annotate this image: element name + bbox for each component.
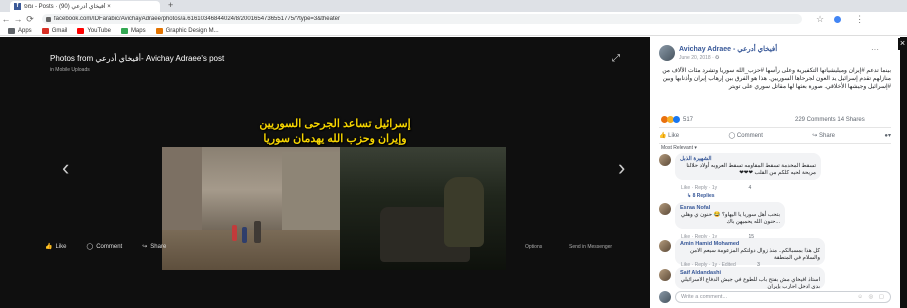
viewer-like-button[interactable]: 👍 Like	[45, 243, 67, 251]
youtube-icon	[77, 27, 85, 34]
audience-selector-icon[interactable]: ●▾	[884, 132, 891, 139]
tab-title: ומפ - Posts · أفيخاي أدرعي (90) ×	[24, 4, 111, 10]
comment-text: تسقط المخدمة تسقط المقاومه تسقط العروبه …	[686, 163, 816, 176]
reload-icon[interactable]: ⟳	[24, 14, 36, 25]
browser-toolbar: ← → ⟳ facebook.com/IDFarabic/AvichayAdra…	[0, 12, 907, 26]
comment-sort-dropdown[interactable]: Most Relevant ▾	[661, 145, 697, 151]
post-action-bar: 👍 Like ◯ Comment ↪ Share ●▾	[659, 127, 891, 144]
bookmark-graphic-design[interactable]: Graphic Design M...	[155, 27, 219, 34]
post-date[interactable]: June 20, 2018 · ✪	[679, 55, 719, 61]
photo-viewer-title: Photos from أفيخاي أدرعي- Avichay Adraee…	[50, 54, 225, 63]
commenter-avatar[interactable]	[659, 154, 671, 166]
post-text: بينما تدعم #إيران وميليشياتها التكفيرية …	[662, 68, 891, 90]
maps-icon	[120, 27, 128, 34]
viewer-action-bar: 👍 Like ◯ Comment ↪ Share	[45, 243, 166, 251]
options-button[interactable]: Options	[525, 244, 542, 250]
fullscreen-expand-icon[interactable]: ⤢	[612, 53, 620, 64]
viewer-share-button[interactable]: ↪ Share	[142, 243, 166, 251]
author-avatar[interactable]	[659, 45, 675, 61]
profile-icon[interactable]	[834, 15, 842, 23]
thumbs-up-icon: 👍	[45, 244, 53, 250]
comment-text: كل هذا بمسبالكم.. منذ زوال دولتكم المزعو…	[690, 248, 820, 261]
bookmark-maps[interactable]: Maps	[120, 27, 146, 34]
commenter-avatar[interactable]	[659, 269, 671, 281]
current-user-avatar	[659, 291, 671, 303]
like-reaction-icon	[673, 116, 680, 123]
send-in-messenger-button[interactable]: Send in Messenger	[569, 244, 612, 250]
photo-album-link[interactable]: in Mobile Uploads	[50, 67, 90, 73]
address-bar[interactable]: facebook.com/IDFarabic/AvichayAdraee/pho…	[42, 14, 802, 24]
next-photo-arrow-icon[interactable]: ›	[618, 155, 625, 181]
comment-bubble: Amin Hamid Mohamed كل هذا بمسبالكم.. منذ…	[675, 238, 825, 265]
comments-shares-count[interactable]: 229 Comments 14 Shares	[795, 117, 865, 123]
bookmark-youtube[interactable]: YouTube	[77, 27, 111, 34]
facebook-favicon-icon: f	[14, 3, 21, 10]
browser-tab[interactable]: f ומפ - Posts · أفيخاي أدرعي (90) ×	[10, 1, 160, 12]
photo-caption-line1: إسرائيل تساعد الجرحى السوريين	[259, 118, 411, 130]
comment-bubble: Saif Aldandashi استاذ افيخاي مش بفتح باب…	[675, 267, 825, 289]
bookmark-star-icon[interactable]: ☆	[816, 14, 824, 25]
close-viewer-icon[interactable]: ×	[898, 38, 907, 50]
photo-ruined-street	[162, 147, 340, 270]
forward-icon[interactable]: →	[12, 14, 24, 24]
comment-text: استاذ افيخاي مش بفتح باب للطوع في جيش ال…	[680, 277, 820, 289]
commenter-name[interactable]: Saif Aldandashi	[680, 270, 820, 277]
comment-text: بتحب أهل سوريا يا اليهاو؟ 😂 حنون ي وهلي …	[680, 212, 780, 225]
browser-menu-icon[interactable]: ⋮	[855, 14, 864, 25]
commenter-name[interactable]: Esraa Nofal	[680, 205, 780, 212]
reaction-count: 517	[683, 116, 694, 123]
reaction-summary[interactable]: 517	[661, 116, 693, 123]
apps-grid-icon	[8, 27, 15, 34]
view-replies-link[interactable]: ↳ 8 Replies	[687, 193, 715, 199]
post-photo	[162, 147, 506, 270]
commenter-name[interactable]: Amin Hamid Mohamed	[680, 241, 820, 248]
post-comment-button[interactable]: ◯ Comment	[729, 132, 763, 139]
lock-icon	[46, 16, 51, 22]
bookmark-gmail[interactable]: Gmail	[41, 27, 67, 34]
post-sidebar: Avichay Adraee - أفيخاي أدرعي June 20, 2…	[651, 37, 900, 308]
more-options-icon[interactable]: ···	[871, 45, 879, 54]
photo-viewer: Photos from أفيخاي أدرعي- Avichay Adraee…	[0, 37, 650, 308]
address-url: facebook.com/IDFarabic/AvichayAdraee/pho…	[54, 16, 340, 22]
new-tab-button[interactable]: +	[168, 0, 173, 10]
comment-bubble: الشهيرة الذبل تسقط المخدمة تسقط المقاومه…	[675, 153, 821, 180]
comment-meta: Like · Reply · 1y 4	[681, 185, 752, 191]
bookmarks-bar: Apps Gmail YouTube Maps Graphic Design M…	[0, 26, 907, 36]
comment-attachment-icons[interactable]: ☺ ◎ ▢	[857, 294, 890, 300]
post-like-button[interactable]: 👍 Like	[659, 132, 679, 139]
post-share-button[interactable]: ↪ Share	[812, 132, 835, 139]
photo-caption-line2: وإيران وحزب الله يهدمان سوريا	[263, 133, 407, 145]
post-author-name[interactable]: Avichay Adraee - أفيخاي أدرعي	[679, 45, 777, 53]
viewer-edge-strip	[900, 37, 907, 308]
write-comment-input[interactable]: Write a comment... ☺ ◎ ▢	[675, 291, 891, 303]
comment-bubble-icon: ◯	[86, 244, 94, 250]
bookmark-folder-icon	[155, 27, 163, 34]
commenter-name[interactable]: الشهيرة الذبل	[680, 156, 816, 163]
back-icon[interactable]: ←	[0, 14, 12, 24]
previous-photo-arrow-icon[interactable]: ‹	[62, 155, 69, 181]
commenter-avatar[interactable]	[659, 203, 671, 215]
bookmark-apps[interactable]: Apps	[8, 27, 32, 34]
photo-night-soldiers	[340, 147, 506, 270]
viewer-comment-button[interactable]: ◯ Comment	[86, 243, 123, 251]
comment-bubble: Esraa Nofal بتحب أهل سوريا يا اليهاو؟ 😂 …	[675, 202, 785, 229]
commenter-avatar[interactable]	[659, 240, 671, 252]
gmail-icon	[41, 27, 49, 34]
share-arrow-icon: ↪	[142, 244, 148, 250]
